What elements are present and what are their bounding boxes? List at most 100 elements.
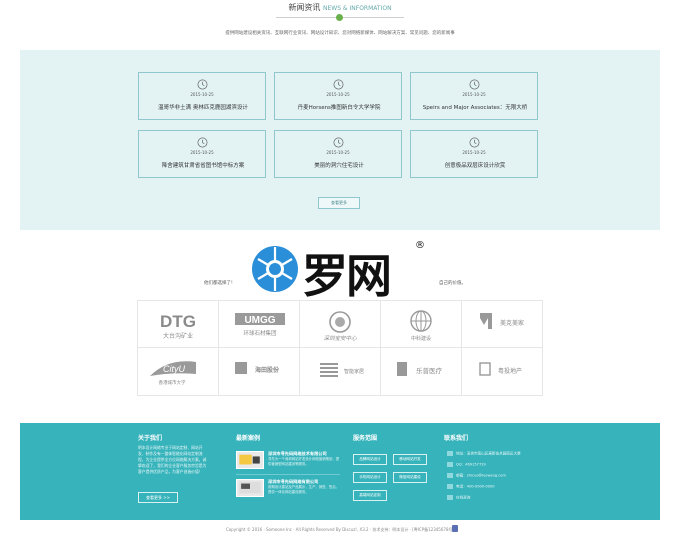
news-title[interactable]: 丹麦Horsens推图新白令大学学院	[277, 103, 401, 111]
partner-sub: 海田股份	[255, 366, 280, 374]
contact-text: 邮箱：zhicuo@luowang.com	[456, 473, 506, 478]
lepu-logo-icon: 乐普医疗	[397, 362, 443, 376]
stripes-logo-icon: 智能家居	[320, 363, 364, 377]
partner-logo-8[interactable]: 智能家居	[300, 348, 381, 395]
news-title[interactable]: Speirs and Major Associates：无限大桥	[413, 103, 537, 111]
contact-online[interactable]: 在线咨询	[447, 495, 470, 501]
service-link[interactable]: 手机网站设计	[353, 472, 387, 483]
news-date: 2015-10-25	[326, 150, 350, 155]
news-more-button[interactable]: 查看更多	[318, 197, 360, 209]
watermark-logo-icon	[252, 246, 298, 292]
umgg-logo-icon: UMGG 环球石材集团	[235, 313, 285, 337]
partner-sub: 深圳宝安中心	[323, 335, 357, 342]
news-card[interactable]: 2015-10-25 Speirs and Major Associates：无…	[410, 72, 538, 120]
registered-mark: ®	[415, 240, 425, 251]
news-card[interactable]: 2015-10-25 丹麦Horsens推图新白令大学学院	[274, 72, 402, 120]
partner-logo-3[interactable]: 深圳宝安中心	[300, 301, 381, 348]
location-icon	[447, 451, 453, 456]
partners-intro-right: 自己的价值。	[439, 281, 466, 286]
news-heading: 新闻资讯 NEWS & INFORMATION	[0, 2, 680, 13]
news-date: 2015-10-25	[462, 92, 486, 97]
news-title[interactable]: 温哥华非土满 奥林匹克鹿园湖滨设计	[141, 103, 265, 111]
clock-icon	[469, 137, 480, 148]
news-card[interactable]: 2015-10-25 温哥华非土满 奥林匹克鹿园湖滨设计	[138, 72, 266, 120]
seal-logo-icon: 深圳宝安中心	[323, 311, 357, 342]
contact-heading: 联系我们	[444, 435, 469, 442]
contact-email[interactable]: 邮箱：zhicuo@luowang.com	[447, 473, 506, 479]
about-more-button[interactable]: 查看更多 >>	[138, 492, 178, 503]
about-heading: 关于我们	[138, 435, 163, 442]
site-footer: 关于我们 明本设计网络专业于网站定制、网站开发、制作及有一整体智能化网站定制流程…	[20, 423, 660, 520]
service-link[interactable]: 移动网站开发	[393, 454, 427, 465]
clock-icon	[197, 137, 208, 148]
news-title[interactable]: 美丽的洞穴住宅设计	[277, 161, 401, 169]
contact-text: QQ：469157729	[456, 462, 486, 467]
case-item[interactable]: 深圳市寻先码网络技术有限公司 寻先为一个深圳网站开发设计网络营销策划，提供营销型…	[236, 451, 340, 471]
partner-logo-9[interactable]: 乐普医疗	[381, 348, 462, 395]
contact-text: 地址：深圳市南山区高新技术园南区大厦	[456, 451, 521, 456]
service-link[interactable]: 品牌网站设计	[353, 454, 387, 465]
partner-name: UMGG	[244, 315, 275, 326]
partner-logo-4[interactable]: 中科建设	[381, 301, 462, 348]
partner-sub: 美克美家	[500, 319, 524, 327]
news-section-header: 新闻资讯 NEWS & INFORMATION 提供网站建设相关资讯、互联网行业…	[0, 0, 680, 48]
partner-sub: 智能家居	[344, 368, 364, 375]
partner-logo-umgg[interactable]: UMGG 环球石材集团	[219, 301, 300, 348]
case-desc: 寻先为一个深圳网站开发设计网络营销策划，提供营销型网站建设等服务。	[268, 457, 340, 466]
news-card[interactable]: 2015-10-25 美丽的洞穴住宅设计	[274, 130, 402, 178]
news-date: 2015-10-25	[190, 150, 214, 155]
contact-phone[interactable]: 电话：400-0000-0000	[447, 484, 495, 490]
chat-icon	[447, 495, 453, 500]
news-subtitle: 提供网站建设相关资讯、互联网行业资讯、网站设计知识、您对网络新媒体、网站解决方案…	[225, 31, 455, 36]
phone-icon	[447, 484, 453, 489]
yuetou-logo-icon: 粤投地产	[479, 362, 522, 376]
news-title[interactable]: 降舍建筑甘肃省省图书馆中标方案	[141, 161, 265, 169]
partner-logo-cityu[interactable]: CityU 香港城市大学	[138, 348, 219, 395]
news-card[interactable]: 2015-10-25 创意极品双层床设计欣赏	[410, 130, 538, 178]
partner-sub: 乐普医疗	[416, 366, 443, 375]
contact-address: 地址：深圳市南山区高新技术园南区大厦	[447, 451, 521, 457]
news-date: 2015-10-25	[462, 150, 486, 155]
news-date: 2015-10-25	[326, 92, 350, 97]
watermark: 罗网 ®	[250, 240, 430, 303]
police-badge-icon[interactable]	[452, 525, 458, 532]
service-link[interactable]: 微信网站建设	[393, 472, 427, 483]
case-image-icon	[239, 481, 261, 494]
clock-icon	[469, 79, 480, 90]
partner-name: CityU	[163, 364, 185, 374]
news-title[interactable]: 创意极品双层床设计欣赏	[413, 161, 537, 169]
cityu-logo-icon: CityU 香港城市大学	[150, 361, 196, 386]
case-item[interactable]: 深圳市寻先码网络有限公司 前期设计建站及产品展示，生产、销售、售后，提供一体化网…	[236, 479, 340, 499]
partner-logo-10[interactable]: 粤投地产	[462, 348, 543, 395]
clock-icon	[197, 79, 208, 90]
contact-qq[interactable]: QQ：469157729	[447, 462, 486, 468]
services-heading: 服务范围	[353, 435, 378, 442]
haitian-logo-icon: 海田股份	[235, 362, 280, 374]
case-thumbnail[interactable]	[236, 479, 264, 497]
partner-name: DTG	[160, 312, 196, 331]
qq-icon	[447, 462, 453, 467]
case-thumbnail[interactable]	[236, 451, 264, 469]
partner-sub: 大台沟矿业	[163, 332, 193, 340]
copyright: Copyright © 2016 · Someone Inc · All Rig…	[225, 527, 455, 532]
partner-logo-7[interactable]: 海田股份	[219, 348, 300, 395]
news-heading-cn: 新闻资讯	[288, 3, 321, 12]
partners-intro-left: 他们都选择了!	[204, 281, 233, 286]
news-panel: 2015-10-25 温哥华非土满 奥林匹克鹿园湖滨设计 2015-10-25 …	[20, 50, 660, 230]
partner-sub: 中科建设	[411, 335, 431, 342]
partner-sub: 香港城市大学	[159, 379, 186, 386]
clock-icon	[333, 137, 344, 148]
partner-logo-dtg[interactable]: DTG 大台沟矿业	[138, 301, 219, 348]
news-card[interactable]: 2015-10-25 降舍建筑甘肃省省图书馆中标方案	[138, 130, 266, 178]
cases-heading: 最新案例	[236, 435, 261, 442]
mk-logo-icon: 美克美家	[480, 313, 524, 329]
clock-icon	[333, 79, 344, 90]
news-date: 2015-10-25	[190, 92, 214, 97]
dtg-logo-icon: DTG 大台沟矿业	[160, 312, 196, 340]
contact-text: 在线咨询	[456, 495, 471, 500]
partner-logo-5[interactable]: 美克美家	[462, 301, 543, 348]
about-text: 明本设计网络专业于网站定制、网站开发、制作及有一整体智能化网站定制流程，为企业提…	[138, 445, 207, 474]
watermark-text: 罗网	[302, 249, 392, 303]
service-link[interactable]: 高端网站定制	[353, 490, 387, 501]
partner-sub: 环球石材集团	[243, 329, 277, 337]
